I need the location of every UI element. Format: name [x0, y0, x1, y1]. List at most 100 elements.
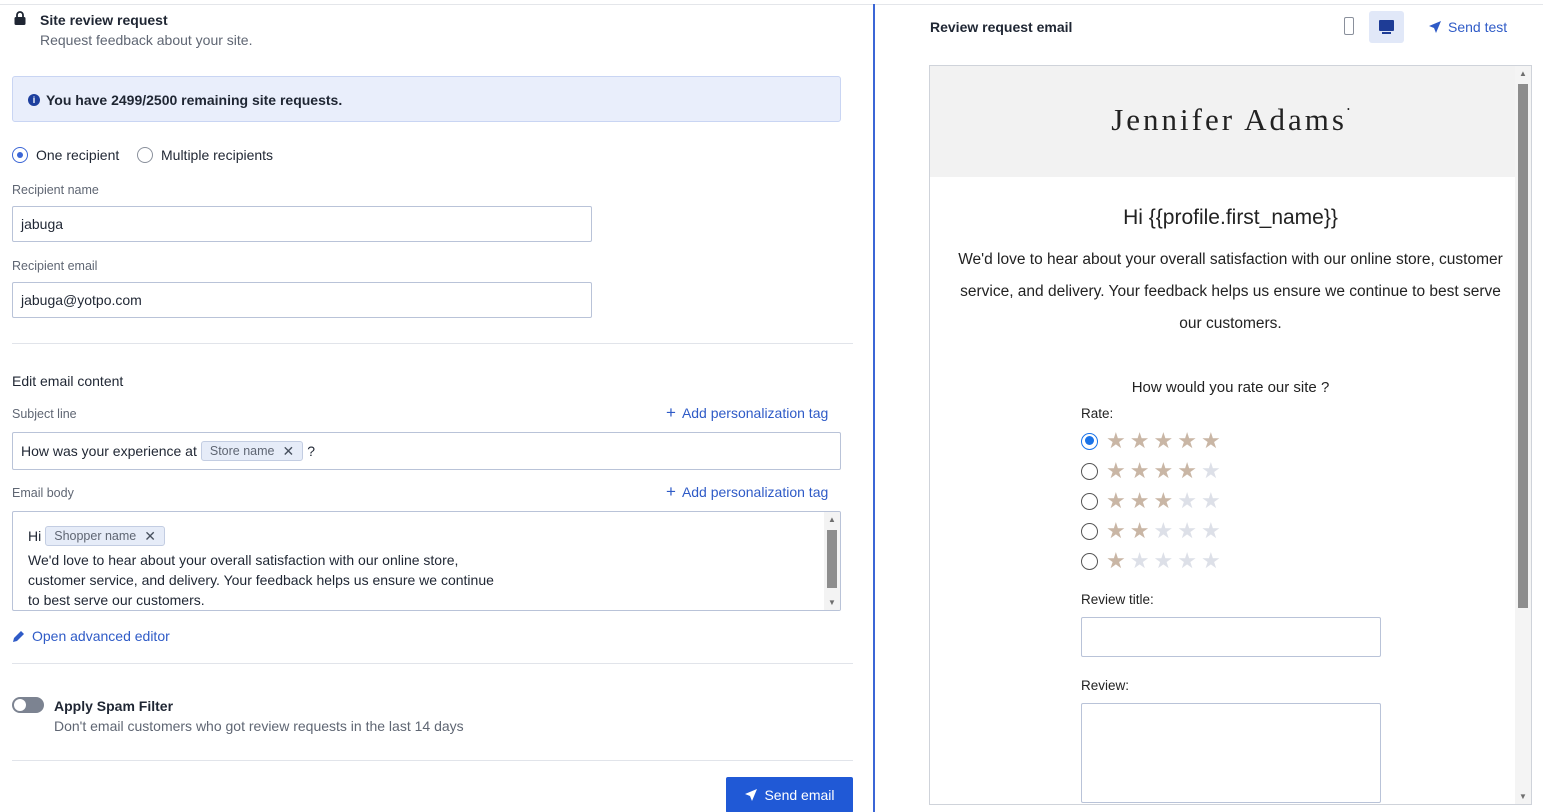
star-icon: ★ [1200, 488, 1221, 513]
rating-option-4[interactable]: ★ ★ ★ ★ ★ [1081, 458, 1225, 483]
pencil-icon [13, 631, 24, 642]
open-advanced-editor-link[interactable]: Open advanced editor [12, 628, 170, 644]
request-form-panel: Site review request Request feedback abo… [0, 0, 874, 812]
info-icon: i [28, 94, 40, 106]
send-icon [1429, 21, 1441, 33]
send-test-link[interactable]: Send test [1428, 19, 1507, 35]
scroll-up-icon[interactable]: ▲ [1519, 69, 1527, 78]
send-test-label: Send test [1448, 19, 1508, 35]
rating-radio[interactable] [1081, 462, 1098, 480]
edit-email-content-title: Edit email content [12, 373, 124, 389]
star-icon: ★ [1153, 428, 1174, 453]
send-email-button[interactable]: Send email [726, 777, 853, 812]
star-icon: ★ [1129, 518, 1150, 543]
scroll-down-icon[interactable]: ▼ [1519, 792, 1527, 801]
recipient-email-input[interactable]: jabuga@yotpo.com [12, 282, 592, 318]
star-icon: ★ [1106, 518, 1126, 543]
recipient-name-input[interactable]: jabuga [12, 206, 592, 242]
body-text: We'd love to hear about your overall sat… [28, 552, 494, 608]
star-icon: ★ [1129, 458, 1150, 483]
rating-option-5[interactable]: ★ ★ ★ ★ ★ [1081, 428, 1225, 453]
send-email-label: Send email [764, 787, 835, 803]
plus-icon: + [666, 482, 676, 501]
desktop-icon-stand [1382, 32, 1391, 34]
remove-tag-icon[interactable]: ✕ [283, 443, 295, 460]
brand-mark: • [1346, 105, 1350, 114]
star-icon: ★ [1106, 548, 1126, 573]
add-personalization-tag-subject[interactable]: + Add personalization tag [666, 403, 829, 422]
plus-icon: + [666, 403, 676, 422]
subject-line-label: Subject line [12, 407, 77, 421]
rating-option-1[interactable]: ★ ★ ★ ★ ★ [1081, 548, 1225, 573]
star-icon: ★ [1129, 548, 1150, 573]
star-icon: ★ [1153, 458, 1174, 483]
star-icon: ★ [1153, 488, 1174, 513]
rating-radio[interactable] [1081, 552, 1098, 570]
star-icon: ★ [1200, 428, 1221, 453]
email-greeting: Hi {{profile.first_name}} [1123, 206, 1338, 229]
scroll-up-icon[interactable]: ▲ [828, 515, 836, 524]
star-icon: ★ [1106, 458, 1126, 483]
remaining-requests-text: You have 2499/2500 remaining site reques… [46, 92, 343, 108]
star-icon: ★ [1106, 428, 1126, 453]
rating-radio[interactable] [1081, 522, 1098, 540]
divider [12, 663, 853, 664]
add-personalization-tag-body[interactable]: + Add personalization tag [666, 482, 828, 501]
brand-logo: Jennifer Adams• [930, 102, 1531, 138]
email-body-input[interactable]: Hi Shopper name ✕ We'd love to hear abou… [12, 511, 841, 611]
remove-tag-icon[interactable]: ✕ [144, 528, 156, 545]
radio-multiple-recipients[interactable]: Multiple recipients [137, 147, 273, 163]
star-icon: ★ [1177, 488, 1197, 513]
review-label: Review: [1081, 678, 1130, 693]
mobile-view-icon[interactable] [1344, 17, 1354, 35]
review-textarea[interactable] [1081, 703, 1381, 803]
recipient-name-label: Recipient name [12, 183, 99, 197]
star-icon: ★ [1129, 428, 1150, 453]
rating-option-2[interactable]: ★ ★ ★ ★ ★ [1081, 518, 1225, 543]
preview-scrollbar[interactable]: ▲ ▼ [1515, 66, 1531, 804]
star-icon: ★ [1106, 488, 1126, 513]
scroll-thumb[interactable] [1518, 84, 1528, 608]
send-icon [745, 789, 758, 801]
body-scrollbar[interactable]: ▲ ▼ [824, 512, 840, 610]
rating-radio[interactable] [1081, 492, 1098, 510]
store-name-tag[interactable]: Store name ✕ [200, 441, 304, 461]
desktop-view-button[interactable] [1369, 11, 1404, 43]
subject-line-input[interactable]: How was your experience at Store name ✕ … [12, 432, 841, 470]
star-icon: ★ [1177, 428, 1197, 453]
review-title-label: Review title: [1081, 592, 1154, 607]
body-greeting: Hi [28, 528, 42, 544]
page-subtitle: Request feedback about your site. [40, 32, 253, 48]
rate-label: Rate: [1081, 406, 1114, 421]
spam-filter-toggle[interactable] [12, 697, 44, 713]
review-title-input[interactable] [1081, 617, 1381, 657]
scroll-thumb[interactable] [827, 530, 837, 588]
radio-button-selected[interactable] [12, 147, 28, 163]
rating-question: How would you rate our site ? [1131, 379, 1330, 396]
radio-button[interactable] [137, 147, 153, 163]
email-text: We'd love to hear about your overall sat… [958, 251, 1503, 332]
scroll-down-icon[interactable]: ▼ [828, 598, 836, 607]
add-tag-label: Add personalization tag [681, 405, 829, 421]
star-icon: ★ [1129, 488, 1150, 513]
tag-label: Shopper name [54, 529, 137, 543]
email-preview: Jennifer Adams• Hi {{profile.first_name}… [929, 65, 1532, 805]
radio-one-recipient[interactable]: One recipient [12, 147, 119, 163]
recipient-email-label: Recipient email [12, 259, 98, 273]
star-icon: ★ [1153, 548, 1174, 573]
star-icon: ★ [1177, 458, 1197, 483]
info-banner: i You have 2499/2500 remaining site requ… [12, 76, 841, 122]
radio-label: Multiple recipients [161, 147, 274, 163]
star-icon: ★ [1200, 518, 1221, 543]
star-icon: ★ [1153, 518, 1174, 543]
email-body-label: Email body [12, 486, 74, 500]
shopper-name-tag[interactable]: Shopper name ✕ [45, 526, 165, 546]
subject-suffix: ? [307, 443, 316, 459]
panel-divider [873, 4, 875, 812]
star-icon: ★ [1177, 518, 1197, 543]
divider [12, 760, 853, 761]
rating-option-3[interactable]: ★ ★ ★ ★ ★ [1081, 488, 1225, 513]
star-icon: ★ [1177, 548, 1197, 573]
spam-filter-title: Apply Spam Filter [54, 698, 174, 714]
rating-radio[interactable] [1081, 432, 1098, 450]
